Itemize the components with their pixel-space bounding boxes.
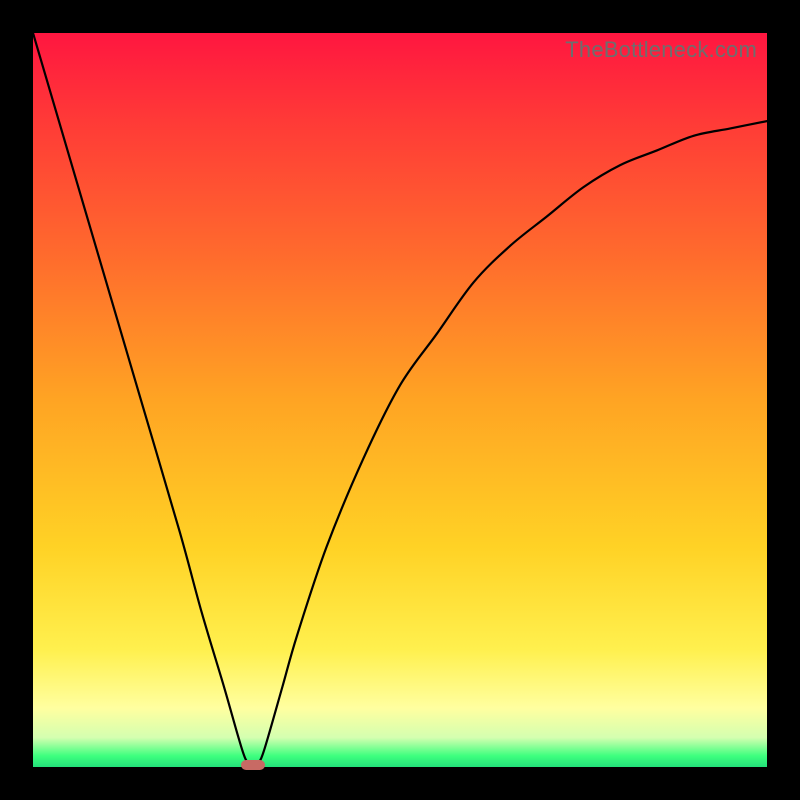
chart-frame: TheBottleneck.com [0, 0, 800, 800]
minimum-marker [241, 760, 265, 770]
bottleneck-curve [33, 33, 767, 767]
plot-area: TheBottleneck.com [33, 33, 767, 767]
